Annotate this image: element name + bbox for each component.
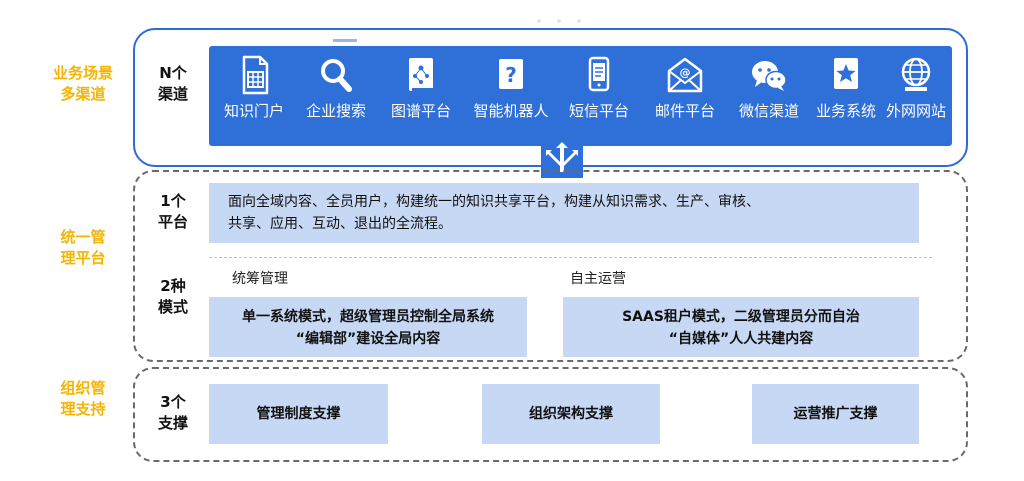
side-label-line: 多渠道	[60, 85, 106, 103]
channel-robot[interactable]: ? 智能机器人	[465, 46, 557, 146]
channel-search[interactable]: 企业搜索	[295, 46, 377, 146]
decoration-dot	[537, 19, 541, 23]
row-label-line: 支撑	[157, 414, 188, 432]
side-label-line: 组织管	[60, 379, 106, 397]
side-label-platform: 统一管 理平台	[36, 227, 130, 269]
side-label-support: 组织管 理支持	[36, 378, 130, 420]
wechat-icon	[752, 61, 787, 91]
svg-text:?: ?	[505, 63, 517, 87]
row-label-line: 平台	[157, 213, 188, 231]
mode-title-left: 统筹管理	[232, 271, 288, 287]
row-label-line: 2种	[160, 277, 186, 295]
row-label-channels: N个 渠道	[142, 63, 204, 105]
row-label-line: 3个	[160, 393, 186, 411]
svg-text:@: @	[680, 66, 691, 79]
channel-portal[interactable]: 知识门户	[213, 46, 295, 146]
row-label-line: 渠道	[157, 85, 188, 103]
portal-document-icon	[242, 55, 269, 95]
row-label-line: N个	[159, 64, 187, 82]
side-label-line: 理支持	[60, 400, 106, 418]
section-tab-marker	[333, 39, 357, 42]
mode-description-line: SAAS租户模式，二级管理员分而自治	[622, 309, 860, 325]
platform-description-line: 面向全域内容、全员用户，构建统一的知识共享平台，构建从知识需求、生产、审核、	[228, 194, 760, 210]
channel-band: 知识门户 企业搜索 图谱平台 ? 智能机器人 短信平台 @ 邮件平台 微信渠道 …	[209, 46, 952, 146]
row-label-line: 模式	[157, 298, 188, 316]
platform-description: 面向全域内容、全员用户，构建统一的知识共享平台，构建从知识需求、生产、审核、 共…	[228, 191, 908, 235]
platform-description-line: 共享、应用、互动、退出的全流程。	[228, 216, 452, 232]
channel-business[interactable]: 业务系统	[809, 46, 883, 146]
mode-description-right: SAAS租户模式，二级管理员分而自治 “自媒体”人人共建内容	[563, 306, 919, 350]
row-label-line: 1个	[160, 192, 186, 210]
side-label-scenes: 业务场景 多渠道	[36, 63, 130, 105]
mode-description-line: 单一系统模式，超级管理员控制全局系统	[242, 309, 494, 325]
globe-icon	[901, 57, 931, 91]
graph-book-icon	[409, 58, 433, 92]
channel-wechat[interactable]: 微信渠道	[729, 46, 809, 146]
mode-title-right: 自主运营	[570, 271, 626, 287]
decoration-dot	[557, 19, 561, 23]
question-robot-icon: ?	[499, 59, 523, 89]
search-icon	[321, 59, 352, 92]
star-box-icon	[834, 58, 858, 89]
side-label-line: 统一管	[60, 228, 106, 246]
channel-graph[interactable]: 图谱平台	[377, 46, 465, 146]
side-label-line: 理平台	[60, 249, 106, 267]
row-label-modes: 2种 模式	[142, 276, 204, 318]
mail-icon: @	[667, 57, 703, 93]
mode-description-left: 单一系统模式，超级管理员控制全局系统 “编辑部”建设全局内容	[209, 306, 527, 350]
channel-sms[interactable]: 短信平台	[557, 46, 641, 146]
decoration-dot	[577, 19, 581, 23]
section-divider	[209, 257, 932, 258]
support-label-operation: 运营推广支撑	[793, 406, 878, 422]
phone-sms-icon	[588, 56, 610, 92]
support-label-organization: 组织架构支撑	[529, 406, 613, 422]
channel-mail[interactable]: @ 邮件平台	[641, 46, 729, 146]
channel-website[interactable]: 外网网站	[883, 46, 949, 146]
mode-description-line: “编辑部”建设全局内容	[295, 331, 441, 347]
mode-description-line: “自媒体”人人共建内容	[668, 331, 814, 347]
channel-label: 外网网站	[885, 102, 946, 120]
row-label-platform: 1个 平台	[142, 191, 204, 233]
row-label-support: 3个 支撑	[142, 392, 204, 434]
support-label-system: 管理制度支撑	[256, 406, 341, 422]
side-label-line: 业务场景	[52, 64, 113, 82]
